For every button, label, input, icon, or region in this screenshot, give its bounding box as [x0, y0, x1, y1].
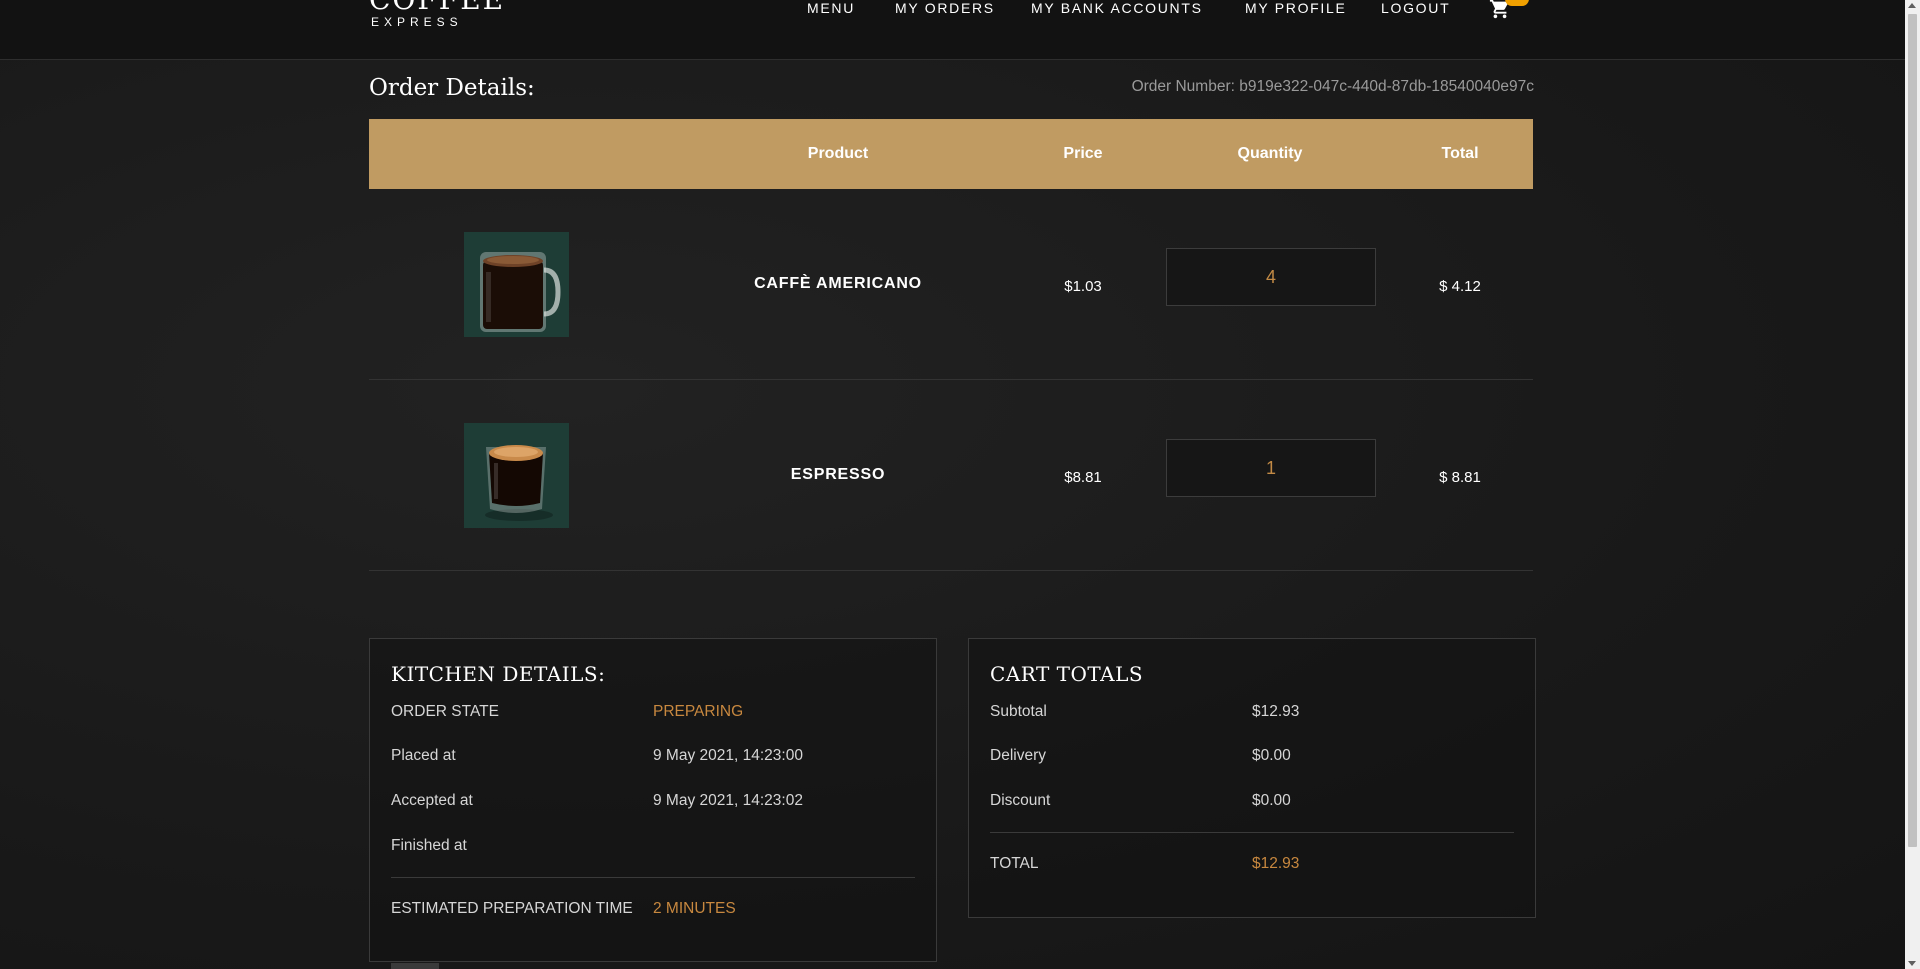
accepted-at-value: 9 May 2021, 14:23:02	[653, 792, 803, 809]
subtotal-label: Subtotal	[990, 703, 1047, 720]
product-total: $ 4.12	[1439, 277, 1481, 295]
caffe-americano-image	[464, 232, 569, 337]
finished-at-label: Finished at	[391, 837, 467, 854]
quantity-field[interactable]: 4	[1166, 248, 1376, 306]
discount-label: Discount	[990, 792, 1051, 809]
column-header-total: Total	[1441, 145, 1479, 162]
order-number: Order Number: b919e322-047c-440d-87db-18…	[1131, 78, 1534, 95]
product-name: ESPRESSO	[790, 466, 886, 483]
table-row: CAFFÈ AMERICANO $1.03 4 $ 4.12	[369, 189, 1533, 380]
estimated-time-label: ESTIMATED PREPARATION TIME	[391, 900, 633, 917]
estimated-time-value: 2 MINUTES	[653, 900, 736, 917]
column-header-quantity: Quantity	[1237, 145, 1303, 162]
discount-value: $0.00	[1252, 792, 1291, 809]
total-value: $12.93	[1252, 855, 1300, 872]
subtotal-value: $12.93	[1252, 703, 1300, 720]
product-total: $ 8.81	[1439, 468, 1481, 486]
divider	[990, 832, 1514, 833]
page-scrollbar[interactable]	[1905, 0, 1920, 969]
nav-my-orders-link[interactable]: MY ORDERS	[895, 0, 995, 16]
nav-logout-link[interactable]: LOGOUT	[1381, 0, 1450, 16]
cart-totals-title: CART TOTALS	[990, 662, 1144, 686]
product-name: CAFFÈ AMERICANO	[754, 275, 922, 292]
quantity-field[interactable]: 1	[1166, 439, 1376, 497]
kitchen-details-panel: KITCHEN DETAILS: ORDER STATE PREPARING P…	[369, 638, 937, 962]
total-label: TOTAL	[990, 855, 1039, 872]
placed-at-value: 9 May 2021, 14:23:00	[653, 747, 803, 764]
espresso-image	[464, 423, 569, 528]
footer-button[interactable]	[391, 963, 439, 969]
order-state-label: ORDER STATE	[391, 703, 499, 720]
scroll-up-arrow-icon[interactable]	[1908, 3, 1916, 8]
table-row: ESPRESSO $8.81 1 $ 8.81	[369, 380, 1533, 571]
nav-my-bank-accounts-link[interactable]: MY BANK ACCOUNTS	[1031, 0, 1203, 16]
product-price: $8.81	[1064, 468, 1102, 486]
column-header-product: Product	[807, 145, 869, 162]
top-navbar: COFFEE EXPRESS MENU MY ORDERS MY BANK AC…	[0, 0, 1905, 60]
cart-totals-panel: CART TOTALS Subtotal $12.93 Delivery $0.…	[968, 638, 1536, 918]
order-items-table: Product Price Quantity Total CAFFÈ AMERI…	[369, 119, 1533, 571]
order-state-value: PREPARING	[653, 703, 744, 720]
nav-menu-link[interactable]: MENU	[807, 0, 855, 16]
product-price: $1.03	[1064, 277, 1102, 295]
scroll-down-arrow-icon[interactable]	[1908, 961, 1916, 966]
nav-my-profile-link[interactable]: MY PROFILE	[1245, 0, 1347, 16]
page-title: Order Details:	[369, 75, 535, 101]
brand-logo[interactable]: COFFEE EXPRESS	[369, 0, 505, 28]
cart-count-badge	[1505, 0, 1529, 6]
brand-subtitle: EXPRESS	[371, 15, 463, 29]
table-header: Product Price Quantity Total	[369, 119, 1533, 189]
divider	[391, 877, 915, 878]
scrollbar-thumb[interactable]	[1908, 14, 1917, 847]
delivery-value: $0.00	[1252, 747, 1291, 764]
delivery-label: Delivery	[990, 747, 1046, 764]
placed-at-label: Placed at	[391, 747, 456, 764]
kitchen-details-title: KITCHEN DETAILS:	[391, 662, 606, 686]
brand-name: COFFEE	[369, 0, 505, 14]
accepted-at-label: Accepted at	[391, 792, 473, 809]
column-header-price: Price	[1063, 145, 1103, 162]
